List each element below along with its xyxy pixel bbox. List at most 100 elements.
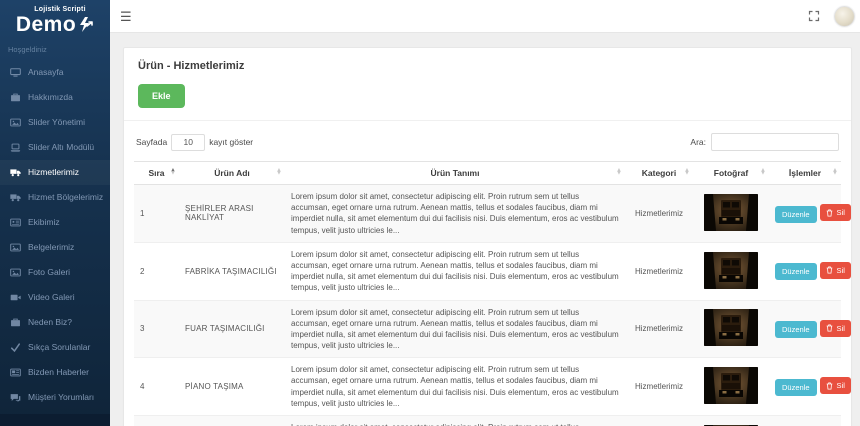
truck-icon bbox=[9, 192, 21, 203]
table-row: 4PİANO TAŞIMALorem ipsum dolor sit amet,… bbox=[134, 358, 841, 416]
sidebar-item-label: Slider Altı Modülü bbox=[28, 142, 94, 153]
hamburger-icon[interactable]: ☰ bbox=[120, 10, 132, 23]
card-body: Sayfada kayıt göster Ara: bbox=[124, 121, 851, 426]
sidebar-item-anasayfa[interactable]: Anasayfa bbox=[0, 60, 110, 85]
sidebar-item-slider-alt-mod-l[interactable]: Slider Altı Modülü bbox=[0, 135, 110, 160]
edit-button[interactable]: Düzenle bbox=[775, 263, 817, 280]
sidebar-item-label: Sıkça Sorulanlar bbox=[28, 342, 90, 353]
video-icon bbox=[9, 292, 21, 303]
cell-category: Hizmetlerimiz bbox=[625, 242, 693, 300]
sidebar-menu: Anasayfa Hakkımızda Slider Yönetimi Slider … bbox=[0, 58, 110, 426]
check-icon bbox=[9, 342, 21, 353]
cell-photo bbox=[693, 300, 769, 358]
sort-icon: ▲▼ bbox=[760, 170, 766, 177]
column-header-foto-raf[interactable]: Fotoğraf ▲▼ bbox=[693, 162, 769, 185]
column-header-r-n-ad[interactable]: Ürün Adı▲▼ bbox=[179, 162, 285, 185]
sidebar-item-video-galeri[interactable]: Video Galeri bbox=[0, 285, 110, 310]
page-length-control: Sayfada kayıt göster bbox=[136, 134, 253, 151]
edit-button[interactable]: Düzenle bbox=[775, 206, 817, 223]
cell-product-name: ASANSÖRLÜ TAŞIMACILIK bbox=[179, 416, 285, 426]
column-header-i-lemler[interactable]: İşlemler▲▼ bbox=[769, 162, 841, 185]
edit-button[interactable]: Düzenle bbox=[775, 379, 817, 396]
table-row: 2FABRİKA TAŞIMACILIĞILorem ipsum dolor s… bbox=[134, 242, 841, 300]
sidebar-item-hizmet-b-lgelerimiz[interactable]: Hizmet Bölgelerimiz bbox=[0, 185, 110, 210]
search-input[interactable] bbox=[711, 133, 839, 151]
truck-photo bbox=[704, 367, 758, 404]
cell-product-description: Lorem ipsum dolor sit amet, consectetur … bbox=[285, 185, 625, 243]
sort-icon: ▲▼ bbox=[684, 170, 690, 177]
logo-title: Demo bbox=[16, 13, 76, 37]
sidebar-item-bizden-haberler[interactable]: Bizden Haberler bbox=[0, 360, 110, 385]
user-avatar[interactable] bbox=[834, 6, 855, 27]
cell-product-name: FUAR TAŞIMACILIĞI bbox=[179, 300, 285, 358]
delete-button[interactable]: Sil bbox=[820, 320, 851, 337]
sidebar-item-hizmetlerimiz[interactable]: Hizmetlerimiz bbox=[0, 160, 110, 185]
cell-order: 3 bbox=[134, 300, 179, 358]
cell-photo bbox=[693, 416, 769, 426]
sort-icon: ▲▼ bbox=[276, 170, 282, 177]
sidebar-item-label: Ekibimiz bbox=[28, 217, 60, 228]
id-card-icon bbox=[9, 217, 21, 228]
sidebar-item-label: Anasayfa bbox=[28, 67, 63, 78]
trash-icon bbox=[826, 266, 833, 274]
truck-photo bbox=[704, 309, 758, 346]
cell-photo bbox=[693, 358, 769, 416]
truck-icon bbox=[9, 167, 21, 178]
sidebar-item-belgelerimiz[interactable]: Belgelerimiz bbox=[0, 235, 110, 260]
sidebar-item-label: Belgelerimiz bbox=[28, 242, 74, 253]
data-table: Sıra▲▼Ürün Adı▲▼Ürün Tanımı▲▼Kategori▲▼F… bbox=[134, 161, 841, 426]
sort-icon: ▲▼ bbox=[170, 170, 176, 177]
sidebar-item-foto-galeri[interactable]: Foto Galeri bbox=[0, 260, 110, 285]
image-icon bbox=[9, 117, 21, 128]
column-header-kategori[interactable]: Kategori▲▼ bbox=[625, 162, 693, 185]
edit-button[interactable]: Düzenle bbox=[775, 321, 817, 338]
delete-button[interactable]: Sil bbox=[820, 377, 851, 394]
content: Ürün - Hizmetlerimiz Ekle Sayfada kayıt … bbox=[110, 33, 860, 426]
delete-label: Sil bbox=[837, 324, 845, 333]
column-label: Fotoğraf bbox=[714, 168, 748, 178]
column-header-s-ra[interactable]: Sıra▲▼ bbox=[134, 162, 179, 185]
cell-category: Hizmetlerimiz bbox=[625, 358, 693, 416]
cell-category: Hizmetlerimiz bbox=[625, 185, 693, 243]
fullscreen-icon[interactable] bbox=[808, 10, 820, 22]
table-row: 3FUAR TAŞIMACILIĞILorem ipsum dolor sit … bbox=[134, 300, 841, 358]
sidebar-item-label: Hizmet Bölgelerimiz bbox=[28, 192, 103, 203]
delete-button[interactable]: Sil bbox=[820, 262, 851, 279]
logo[interactable]: Lojistik Scripti Demo bbox=[0, 0, 110, 39]
cell-product-description: Lorem ipsum dolor sit amet, consectetur … bbox=[285, 300, 625, 358]
sidebar-item-label: Hizmetlerimiz bbox=[28, 167, 79, 178]
sort-icon: ▲▼ bbox=[616, 170, 622, 177]
sidebar-item-ekibimiz[interactable]: Ekibimiz bbox=[0, 210, 110, 235]
sort-icon: ▲▼ bbox=[832, 170, 838, 177]
sidebar-item-label: Foto Galeri bbox=[28, 267, 70, 278]
trash-icon bbox=[826, 382, 833, 390]
cell-category: Hizmetlerimiz bbox=[625, 416, 693, 426]
sidebar-item-hakk-m-zda[interactable]: Hakkımızda bbox=[0, 85, 110, 110]
sidebar-item-neden-biz[interactable]: Neden Biz? bbox=[0, 310, 110, 335]
table-controls: Sayfada kayıt göster Ara: bbox=[134, 131, 841, 161]
card-panel: Ürün - Hizmetlerimiz Ekle Sayfada kayıt … bbox=[123, 47, 852, 426]
image-icon bbox=[9, 242, 21, 253]
delete-button[interactable]: Sil bbox=[820, 204, 851, 221]
table-body: 1ŞEHİRLER ARASI NAKLİYATLorem ipsum dolo… bbox=[134, 185, 841, 426]
sidebar-item-s-k-a-sorulanlar[interactable]: Sıkça Sorulanlar bbox=[0, 335, 110, 360]
sidebar-item-m-teri-yorumlar[interactable]: Müşteri Yorumları bbox=[0, 385, 110, 410]
lightning-arrow-icon bbox=[78, 16, 94, 34]
truck-photo bbox=[704, 252, 758, 289]
table-row: 1ŞEHİRLER ARASI NAKLİYATLorem ipsum dolo… bbox=[134, 185, 841, 243]
sidebar-footer bbox=[0, 414, 110, 426]
briefcase-icon bbox=[9, 317, 21, 328]
length-label-prefix: Sayfada bbox=[136, 137, 167, 147]
sidebar-item-label: Hakkımızda bbox=[28, 92, 73, 103]
briefcase-icon bbox=[9, 92, 21, 103]
cell-product-name: ŞEHİRLER ARASI NAKLİYAT bbox=[179, 185, 285, 243]
delete-label: Sil bbox=[837, 208, 845, 217]
sidebar-item-slider-y-netimi[interactable]: Slider Yönetimi bbox=[0, 110, 110, 135]
column-header-r-n-tan-m[interactable]: Ürün Tanımı▲▼ bbox=[285, 162, 625, 185]
cell-product-name: FABRİKA TAŞIMACILIĞI bbox=[179, 242, 285, 300]
cell-category: Hizmetlerimiz bbox=[625, 300, 693, 358]
cell-order: 5 bbox=[134, 416, 179, 426]
page-length-input[interactable] bbox=[171, 134, 205, 151]
cell-order: 2 bbox=[134, 242, 179, 300]
add-button[interactable]: Ekle bbox=[138, 84, 185, 108]
